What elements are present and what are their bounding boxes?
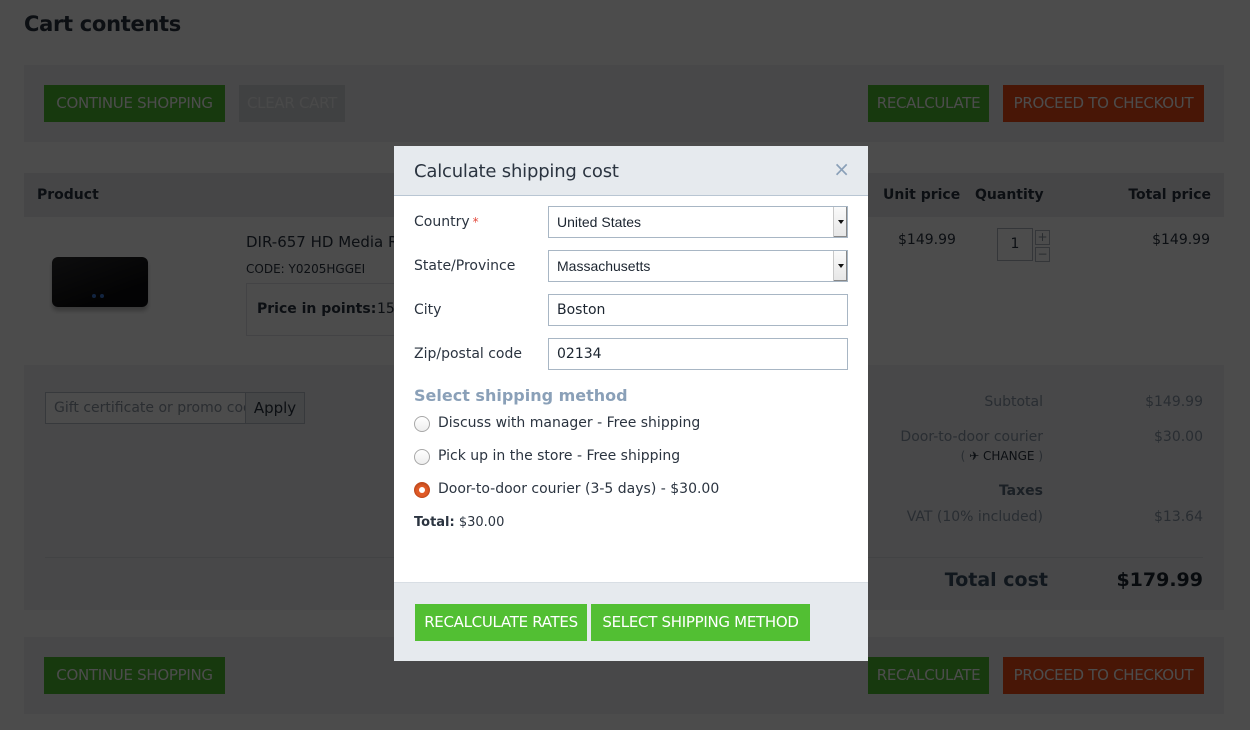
shipping-option-label: Pick up in the store - Free shipping: [438, 448, 681, 464]
dialog-title: Calculate shipping cost: [414, 161, 619, 182]
shipping-option-label: Discuss with manager - Free shipping: [438, 415, 701, 431]
chevron-down-icon: [833, 251, 847, 281]
close-icon[interactable]: ×: [833, 159, 850, 179]
country-selected-value: United States: [557, 214, 642, 230]
state-select[interactable]: Massachusetts: [548, 250, 848, 282]
required-asterisk: *: [472, 215, 479, 229]
country-select[interactable]: United States: [548, 206, 848, 238]
shipping-method-title: Select shipping method: [414, 386, 628, 405]
select-shipping-method-button[interactable]: Select shipping method: [591, 604, 810, 641]
recalculate-rates-button[interactable]: Recalculate rates: [415, 604, 587, 641]
shipping-total-value: $30.00: [458, 515, 505, 530]
state-selected-value: Massachusetts: [557, 258, 651, 274]
shipping-total-label: Total:: [414, 515, 455, 530]
zip-label: Zip/postal code: [414, 346, 523, 362]
shipping-total: Total: $30.00: [414, 515, 504, 530]
shipping-option-label: Door-to-door courier (3-5 days) - $30.00: [438, 481, 720, 497]
radio-button-checked[interactable]: [414, 482, 430, 498]
city-label: City: [414, 302, 442, 318]
chevron-down-icon: [833, 207, 847, 237]
radio-button[interactable]: [414, 449, 430, 465]
dialog-footer: Recalculate rates Select shipping method: [394, 582, 868, 661]
state-label: State/Province: [414, 258, 516, 274]
country-label: Country *: [414, 214, 479, 230]
country-label-text: Country: [414, 214, 470, 230]
radio-button[interactable]: [414, 416, 430, 432]
city-input[interactable]: Boston: [548, 294, 848, 326]
shipping-cost-dialog: Calculate shipping cost × Country * Unite…: [394, 146, 868, 661]
zip-input[interactable]: 02134: [548, 338, 848, 370]
dialog-header: Calculate shipping cost ×: [394, 146, 868, 196]
